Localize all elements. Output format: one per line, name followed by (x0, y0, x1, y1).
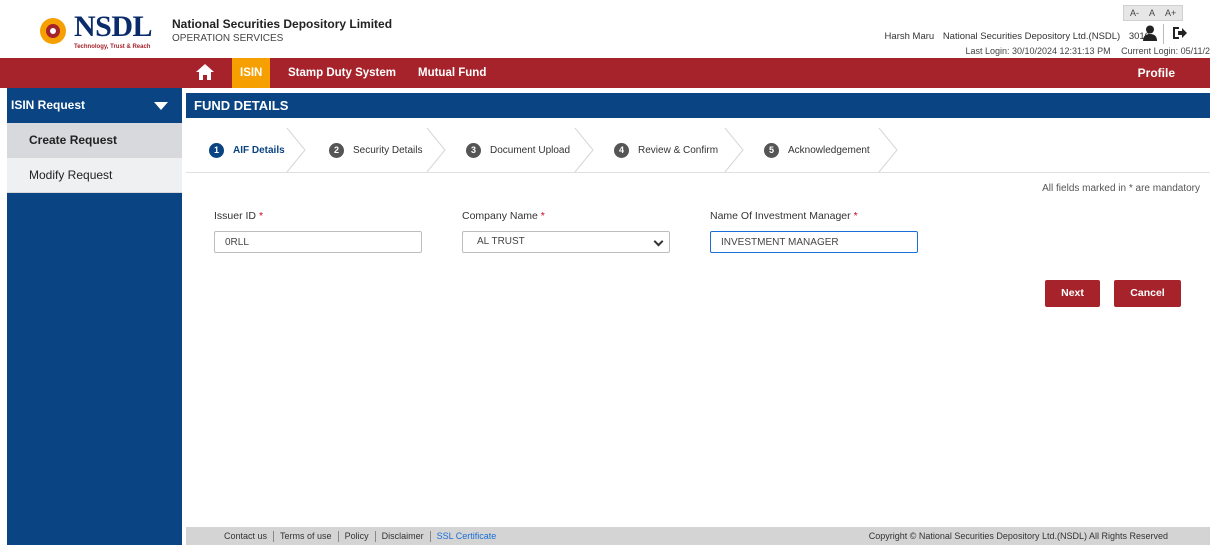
issuer-id-input[interactable] (214, 231, 422, 253)
nav-item-mutual-fund[interactable]: Mutual Fund (410, 58, 494, 88)
step-aif-details[interactable]: 1 AIF Details (209, 128, 285, 172)
step-number: 4 (614, 142, 629, 158)
issuer-id-label: Issuer ID * (214, 210, 263, 222)
org-subtitle: OPERATION SERVICES (172, 33, 284, 44)
step-label: AIF Details (233, 144, 285, 156)
nsdl-logo-icon (40, 18, 66, 44)
step-label: Security Details (353, 144, 423, 156)
font-increase-button[interactable]: A+ (1165, 8, 1176, 18)
sidebar-header[interactable]: ISIN Request (7, 88, 182, 123)
nsdl-logo[interactable]: NSDL Technology, Trust & Reach (38, 9, 166, 53)
next-button[interactable]: Next (1045, 280, 1100, 307)
last-login: Last Login: 30/10/2024 12:31:13 PM (965, 46, 1111, 56)
footer-link-ssl[interactable]: SSL Certificate (431, 531, 503, 542)
icon-divider (1163, 24, 1164, 44)
footer-link-contact[interactable]: Contact us (218, 531, 275, 542)
step-separator-icon (426, 128, 446, 172)
company-name-select[interactable]: AL TRUST (462, 231, 670, 253)
investment-manager-label: Name Of Investment Manager * (710, 210, 858, 222)
nav-item-stamp-duty[interactable]: Stamp Duty System (280, 58, 404, 88)
required-marker: * (853, 210, 858, 222)
caret-down-icon (154, 102, 168, 110)
user-icon[interactable] (1143, 25, 1157, 41)
sidebar-item-create-request[interactable]: Create Request (7, 123, 182, 158)
org-title: National Securities Depository Limited (172, 17, 393, 31)
company-name-label-text: Company Name (462, 210, 538, 222)
user-name: Harsh Maru (884, 31, 935, 42)
login-info: Last Login: 30/10/2024 12:31:13 PM Curre… (957, 46, 1210, 56)
step-number: 5 (764, 142, 779, 158)
footer: Contact us Terms of use Policy Disclaime… (186, 527, 1210, 545)
logout-icon[interactable] (1172, 25, 1188, 41)
mandatory-note: All fields marked in * are mandatory (1042, 183, 1200, 194)
current-login: Current Login: 05/11/2 (1121, 46, 1210, 56)
user-info: Harsh Maru National Securities Depositor… (879, 31, 1150, 42)
step-separator-icon (724, 128, 744, 172)
investment-manager-input[interactable] (710, 231, 918, 253)
main-navbar: ISIN Stamp Duty System Mutual Fund Profi… (0, 58, 1210, 88)
sidebar-item-modify-request[interactable]: Modify Request (7, 158, 182, 193)
footer-link-disclaimer[interactable]: Disclaimer (376, 531, 431, 542)
step-label: Document Upload (490, 144, 571, 156)
logo-tagline: Technology, Trust & Reach (74, 44, 151, 50)
sidebar-title: ISIN Request (11, 98, 86, 112)
font-decrease-button[interactable]: A- (1130, 8, 1139, 18)
step-label: Acknowledgement (788, 144, 870, 156)
user-org: National Securities Depository Ltd.(NSDL… (942, 31, 1121, 42)
required-marker: * (258, 210, 264, 222)
footer-links: Contact us Terms of use Policy Disclaime… (218, 527, 502, 542)
font-size-controls: A- A A+ (1123, 5, 1184, 21)
app-header: NSDL Technology, Trust & Reach National … (0, 0, 1210, 58)
investment-manager-label-text: Name Of Investment Manager (710, 210, 851, 222)
required-marker: * (540, 210, 545, 222)
step-separator-icon (878, 128, 898, 172)
step-label: Review & Confirm (638, 144, 719, 156)
step-separator-icon (574, 128, 594, 172)
steps-divider (186, 172, 1210, 173)
step-document-upload[interactable]: 3 Document Upload (466, 128, 570, 172)
step-number: 1 (209, 142, 224, 158)
section-title: FUND DETAILS (186, 93, 1210, 118)
step-number: 2 (329, 142, 344, 158)
home-icon[interactable] (196, 64, 214, 80)
issuer-id-label-text: Issuer ID (214, 210, 257, 222)
footer-link-policy[interactable]: Policy (339, 531, 376, 542)
step-number: 3 (466, 142, 481, 158)
step-separator-icon (286, 128, 306, 172)
step-acknowledgement[interactable]: 5 Acknowledgement (764, 128, 870, 172)
cancel-button[interactable]: Cancel (1114, 280, 1181, 307)
logo-name: NSDL (74, 10, 153, 43)
sidebar: ISIN Request Create Request Modify Reque… (7, 88, 182, 545)
nav-item-profile[interactable]: Profile (1138, 58, 1175, 88)
step-review-confirm[interactable]: 4 Review & Confirm (614, 128, 718, 172)
step-security-details[interactable]: 2 Security Details (329, 128, 422, 172)
company-name-value: AL TRUST (477, 236, 525, 247)
company-name-label: Company Name * (462, 210, 545, 222)
chevron-down-icon (653, 236, 664, 247)
font-reset-button[interactable]: A (1149, 8, 1155, 18)
footer-link-terms[interactable]: Terms of use (274, 531, 339, 542)
footer-copyright: Copyright © National Securities Deposito… (868, 531, 1168, 541)
nav-item-isin[interactable]: ISIN (232, 58, 271, 88)
wizard-steps: 1 AIF Details 2 Security Details 3 Docum… (186, 128, 906, 172)
